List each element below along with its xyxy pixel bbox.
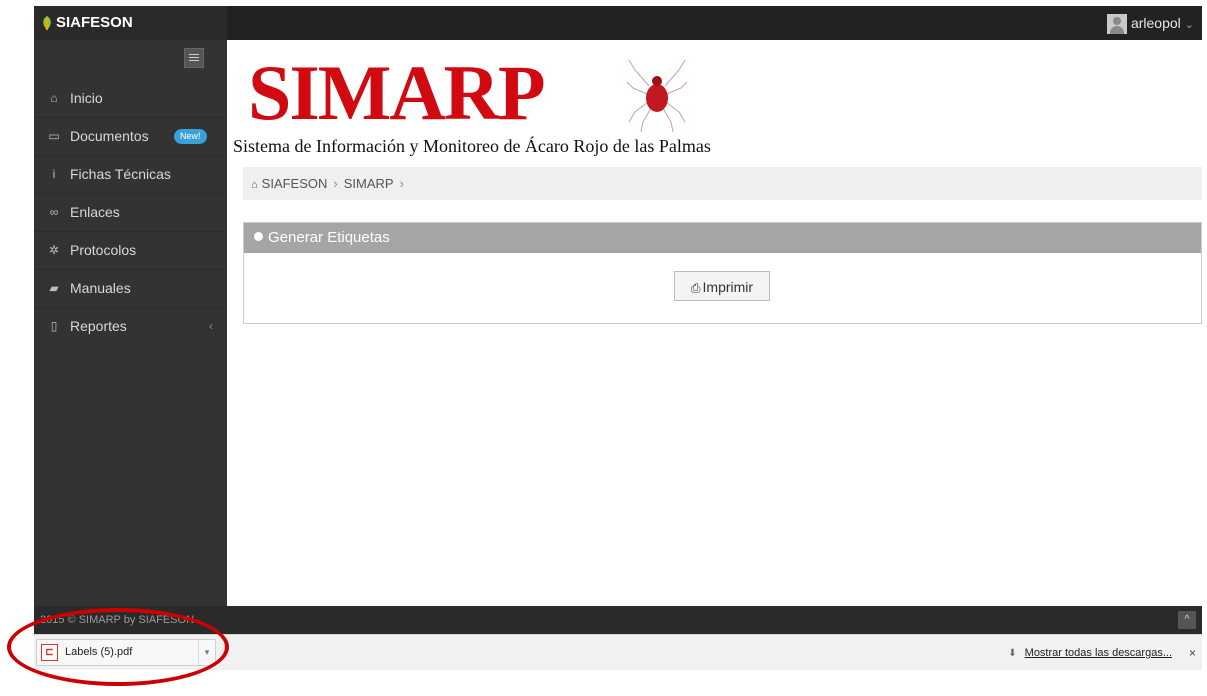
downloads-bar: ⊏ Labels (5).pdf ▾ ⬇ Mostrar todas las de… [34,634,1202,670]
print-icon: ⎙ [690,281,701,295]
download-dropdown[interactable]: ▾ [198,640,215,665]
leaf-icon [43,16,51,30]
brand-logo[interactable]: SIAFESON [34,6,227,40]
book-icon: ▰ [49,281,59,295]
chevron-down-icon: ⌄ [1184,19,1194,31]
sidebar-item-label: Protocolos [70,242,137,258]
info-icon: i [52,167,56,181]
sidebar-item-documentos[interactable]: ▭ Documentos New! [34,118,227,156]
user-menu[interactable]: arleopol ⌄ [1106,10,1194,36]
show-all-downloads[interactable]: ⬇ Mostrar todas las descargas... [1008,635,1172,670]
panel-title: Generar Etiquetas [268,229,390,246]
button-label: Imprimir [702,279,754,295]
hamburger-icon[interactable] [184,48,204,68]
sidebar: ⌂ Inicio ▭ Documentos New! i Fichas Técn… [34,40,227,606]
sidebar-item-label: Documentos [70,128,149,144]
folder-icon: ▭ [48,129,60,143]
page-footer: 2015 © SIMARP by SIAFESON ^ [34,606,1202,634]
breadcrumb-separator: › [399,176,404,191]
mite-icon [627,59,687,132]
sidebar-item-protocolos[interactable]: ✲ Protocolos [34,232,227,270]
simarp-logo: SIMARP [248,49,546,136]
sidebar-item-label: Reportes [70,318,127,334]
app-frame: SIAFESON arleopol ⌄ ⌂ Inicio ▭ Documentos… [34,6,1202,670]
sidebar-item-label: Enlaces [70,204,120,220]
sidebar-item-enlaces[interactable]: ∞ Enlaces [34,194,227,232]
download-item[interactable]: ⊏ Labels (5).pdf ▾ [36,639,216,666]
sidebar-nav: ⌂ Inicio ▭ Documentos New! i Fichas Técn… [34,80,227,345]
sidebar-item-inicio[interactable]: ⌂ Inicio [34,80,227,118]
breadcrumb-item[interactable]: SIMARP [344,176,394,191]
breadcrumb: ⌂ SIAFESON › SIMARP › [243,167,1202,200]
chevron-left-icon: ‹ [209,319,213,333]
close-icon[interactable]: × [1189,635,1196,670]
download-arrow-icon: ⬇ [1008,648,1017,659]
panel-header: Generar Etiquetas [244,223,1201,253]
imprimir-button[interactable]: ⎙ Imprimir [674,271,770,301]
avatar [1106,14,1127,35]
generar-etiquetas-panel: Generar Etiquetas ⎙ Imprimir [243,222,1202,324]
breadcrumb-separator: › [333,176,338,191]
footer-copyright: 2015 © SIMARP by SIAFESON [40,614,195,626]
sidebar-item-label: Fichas Técnicas [70,166,171,182]
show-all-link[interactable]: Mostrar todas las descargas... [1025,647,1172,659]
main-content: SIMARP Sistema de Información y Monitore… [227,40,1202,606]
pdf-file-icon: ⊏ [41,644,58,661]
file-icon: ▯ [50,319,58,333]
scroll-top-button[interactable]: ^ [1178,611,1196,629]
home-icon: ⌂ [50,91,58,105]
link-icon: ∞ [49,205,59,219]
bullet-icon [254,232,263,241]
sidebar-item-fichas-tecnicas[interactable]: i Fichas Técnicas [34,156,227,194]
download-filename: Labels (5).pdf [65,646,133,658]
sidebar-item-label: Manuales [70,280,131,296]
home-icon[interactable]: ⌂ [251,179,258,191]
gear-icon: ✲ [48,243,60,257]
sidebar-item-label: Inicio [70,90,103,106]
breadcrumb-item[interactable]: SIAFESON [262,176,328,191]
user-name: arleopol [1130,15,1181,31]
top-navbar: SIAFESON arleopol ⌄ [34,6,1202,40]
new-badge: New! [174,129,207,144]
sidebar-item-manuales[interactable]: ▰ Manuales [34,270,227,308]
system-subtitle: Sistema de Información y Monitoreo de Ác… [233,136,711,156]
brand-name: SIAFESON [56,14,133,31]
sidebar-item-reportes[interactable]: ▯ Reportes ‹ [34,308,227,345]
